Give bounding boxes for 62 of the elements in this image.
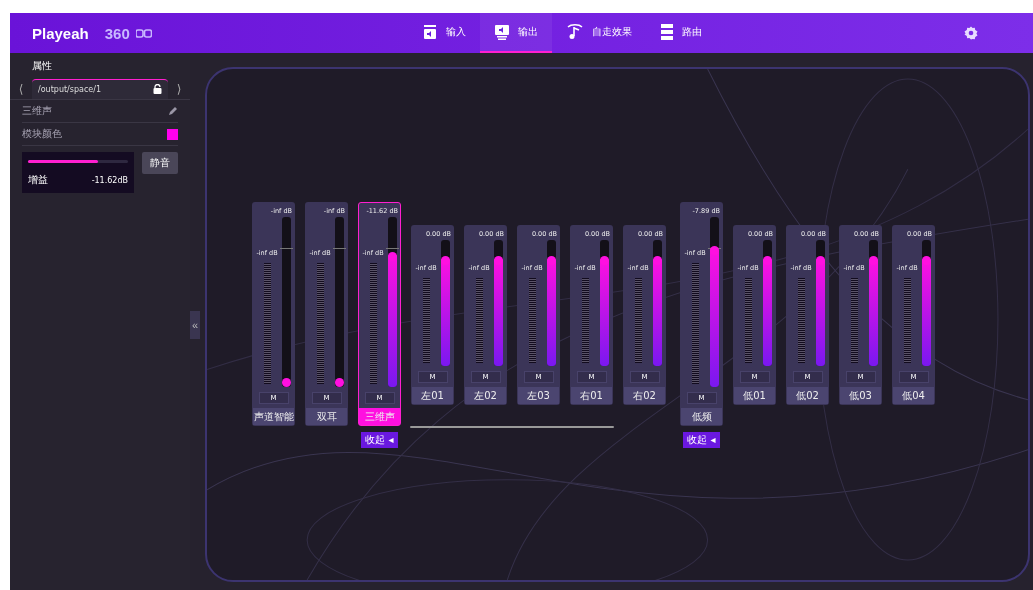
logo-suffix: 360: [104, 24, 130, 42]
pencil-icon[interactable]: [168, 106, 178, 116]
panel-title: 属性: [31, 59, 53, 73]
nav-tab[interactable]: 路由: [646, 13, 716, 53]
settings-icon[interactable]: [964, 26, 978, 40]
channel-name: 低02: [787, 387, 828, 404]
channel-name: 右02: [624, 387, 665, 404]
channel-name: 低03: [840, 387, 881, 404]
fader-thumb[interactable]: [762, 256, 772, 266]
color-swatch[interactable]: [167, 128, 178, 140]
channel-name: 三维声: [359, 408, 400, 425]
fader-track[interactable]: [709, 217, 719, 387]
channel-name: 左03: [518, 387, 559, 404]
collapse-panel-button[interactable]: «: [190, 311, 200, 339]
gain-reading: -11.62dB: [91, 175, 128, 185]
channel-name: 左01: [412, 387, 453, 404]
logo-text: Playeah: [32, 24, 89, 42]
channel-name: 低01: [734, 387, 775, 404]
channel-name: 双耳: [306, 408, 347, 425]
speaker-box-icon: [422, 24, 438, 40]
next-button[interactable]: ⟩: [168, 82, 190, 96]
fader-thumb[interactable]: [709, 246, 719, 255]
logo-mark-icon: [135, 28, 152, 38]
channel-name: 左02: [465, 387, 506, 404]
fader-track[interactable]: [387, 217, 397, 387]
gain-slider[interactable]: [28, 160, 128, 163]
fader-thumb[interactable]: [815, 256, 825, 266]
channel-name: 低04: [893, 387, 934, 404]
unity-mark: [279, 247, 293, 249]
gain-label: 增益: [28, 173, 48, 187]
collapse-button[interactable]: 收起 ◂: [361, 432, 398, 448]
fader-thumb[interactable]: [921, 256, 931, 266]
fader-thumb[interactable]: [334, 378, 344, 387]
speaker-box-icon: [494, 24, 510, 40]
unity-mark: [385, 247, 399, 249]
server-rack-icon: [660, 24, 674, 40]
fader-thumb[interactable]: [440, 256, 450, 266]
nav-tab[interactable]: 输出: [480, 13, 552, 53]
color-label: 模块颜色: [22, 127, 62, 141]
fader-thumb[interactable]: [652, 256, 662, 266]
scrollbar[interactable]: [410, 426, 614, 428]
fader-thumb[interactable]: [387, 252, 397, 262]
channel-name: 声道智能: [253, 408, 294, 425]
fader-thumb[interactable]: [546, 256, 556, 266]
channel-name: 低频: [681, 408, 722, 425]
fader-track[interactable]: [281, 217, 291, 387]
fader-thumb[interactable]: [493, 256, 503, 266]
fader-thumb[interactable]: [281, 378, 291, 387]
lock-icon[interactable]: [153, 84, 162, 94]
channel-name: 右01: [571, 387, 612, 404]
music-note-icon: [566, 23, 584, 41]
module-name: 三维声: [22, 104, 52, 118]
fader-thumb[interactable]: [599, 256, 609, 266]
previous-button[interactable]: ⟨: [10, 82, 32, 96]
nav-tab[interactable]: 自走效果: [552, 13, 646, 53]
fader-track[interactable]: [334, 217, 344, 387]
fader-thumb[interactable]: [868, 256, 878, 266]
path-field[interactable]: /output/space/1: [32, 79, 168, 99]
nav-tab[interactable]: 输入: [408, 13, 480, 53]
unity-mark: [332, 247, 346, 249]
collapse-button[interactable]: 收起 ◂: [683, 432, 720, 448]
mute-button[interactable]: 静音: [142, 152, 178, 174]
